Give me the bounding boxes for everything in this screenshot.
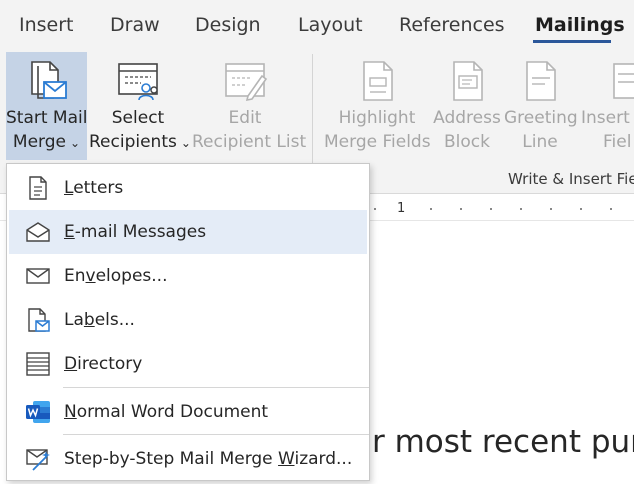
menu-item-labels[interactable]: Labels...	[9, 298, 367, 342]
ruler-tick	[610, 208, 612, 210]
menu-item-label: Labels...	[64, 310, 135, 330]
directory-icon	[26, 352, 50, 376]
greeting-line-icon	[526, 61, 556, 101]
ruler-tick	[374, 208, 376, 210]
mail-merge-doc-icon	[30, 61, 67, 99]
menu-item-mail-merge-wizard[interactable]: Step-by-Step Mail Merge Wizard...	[9, 437, 367, 481]
chevron-down-icon: ⌄	[70, 136, 81, 150]
edit-recipient-list-line2: Recipient List	[192, 132, 307, 152]
greeting-line-line2: Line	[522, 132, 558, 152]
menu-item-label: Directory	[64, 354, 143, 374]
tab-design[interactable]: Design	[195, 14, 261, 36]
ruler-tick	[520, 208, 522, 210]
group-label-write-insert-fields: Write & Insert Fiel	[508, 170, 634, 188]
select-recipients-line1: Select	[111, 108, 165, 128]
tab-layout[interactable]: Layout	[298, 14, 363, 36]
wizard-icon	[26, 449, 50, 471]
menu-item-label: E-mail Messages	[64, 222, 207, 242]
letter-icon	[29, 176, 47, 200]
tab-insert[interactable]: Insert	[19, 14, 74, 36]
greeting-line-line1: Greeting	[504, 108, 578, 128]
edit-recipient-list-button[interactable]: Edit Recipient List	[192, 52, 307, 160]
menu-item-envelopes[interactable]: Envelopes...	[9, 254, 367, 298]
menu-item-email-messages[interactable]: E-mail Messages	[9, 210, 367, 254]
menu-item-directory[interactable]: Directory	[9, 342, 367, 386]
ruler-tick	[580, 208, 582, 210]
select-recipients-line2: Recipients	[89, 132, 177, 152]
recipients-list-icon	[118, 63, 158, 101]
address-block-icon	[453, 61, 483, 101]
ruler-tick	[550, 208, 552, 210]
ruler-tick	[430, 208, 432, 210]
menu-item-label: Normal Word Document	[64, 402, 269, 422]
highlight-merge-fields-line1: Highlight	[338, 108, 416, 128]
ruler-number: 1	[397, 201, 406, 216]
tab-draw[interactable]: Draw	[110, 14, 160, 36]
envelope-icon	[26, 268, 50, 284]
select-recipients-button[interactable]: Select Recipients ⌄	[89, 52, 191, 160]
ruler-tick	[490, 208, 492, 210]
highlight-merge-fields-line2: Merge Fields	[324, 132, 431, 152]
menu-item-label: Step-by-Step Mail Merge Wizard...	[64, 449, 353, 469]
highlight-fields-icon	[363, 61, 393, 101]
menu-item-label: Envelopes...	[64, 266, 168, 286]
menu-item-letters[interactable]: Letters	[9, 166, 367, 210]
document-body-text[interactable]: r most recent purc	[372, 424, 634, 460]
address-block-button[interactable]: Address Block	[432, 52, 502, 160]
ruler-tick	[460, 208, 462, 210]
ribbon-tab-row: Insert Draw Design Layout References Mai…	[0, 0, 634, 50]
insert-merge-field-line2: Fiel	[603, 132, 632, 152]
address-block-line1: Address	[433, 108, 501, 128]
active-tab-indicator	[533, 40, 611, 43]
greeting-line-button[interactable]: Greeting Line	[504, 52, 578, 160]
start-mail-merge-line2: Merge	[12, 132, 66, 152]
start-mail-merge-line1: Start Mail	[6, 108, 88, 128]
insert-merge-field-line1: Insert M	[581, 108, 634, 128]
tab-references[interactable]: References	[399, 14, 505, 36]
labels-icon	[28, 308, 50, 332]
word-icon	[26, 401, 50, 423]
start-mail-merge-button[interactable]: Start Mail Merge ⌄	[6, 52, 87, 160]
edit-list-icon	[225, 63, 268, 102]
chevron-down-icon: ⌄	[180, 136, 191, 150]
email-envelope-icon	[26, 222, 50, 242]
tab-mailings[interactable]: Mailings	[535, 14, 625, 36]
insert-field-icon	[613, 63, 634, 99]
insert-merge-field-button[interactable]: Insert M Fiel	[578, 52, 634, 160]
edit-recipient-list-line1: Edit	[228, 108, 262, 128]
highlight-merge-fields-button[interactable]: Highlight Merge Fields	[324, 52, 431, 160]
menu-item-normal-word-document[interactable]: Normal Word Document	[9, 390, 367, 434]
menu-separator	[63, 434, 369, 435]
menu-item-label: Letters	[64, 178, 124, 198]
start-mail-merge-menu: Letters E-mail Messages Envelopes... Lab…	[6, 163, 370, 481]
menu-separator	[63, 387, 369, 388]
address-block-line2: Block	[444, 132, 490, 152]
